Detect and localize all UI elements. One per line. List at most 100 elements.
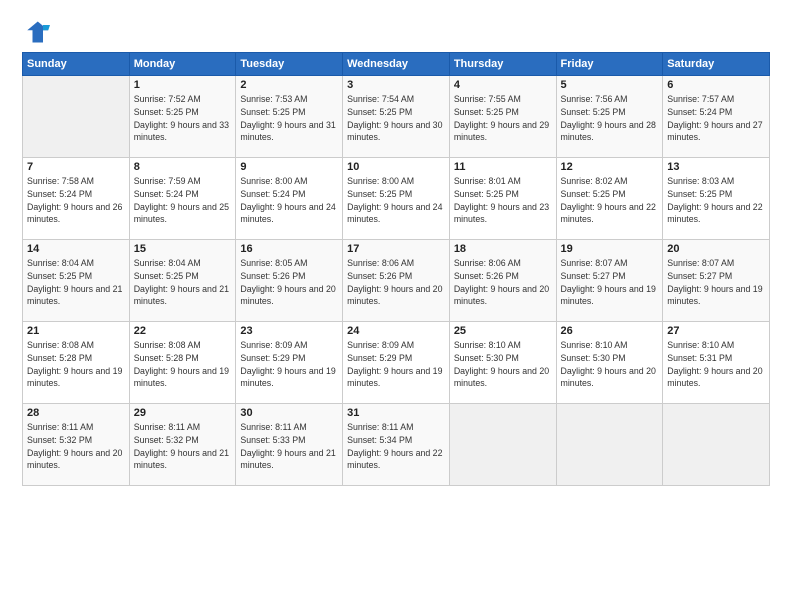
day-cell: 21 Sunrise: 8:08 AMSunset: 5:28 PMDayligh… xyxy=(23,322,130,404)
day-info: Sunrise: 8:02 AMSunset: 5:25 PMDaylight:… xyxy=(561,175,659,226)
day-number: 1 xyxy=(134,79,232,91)
day-cell: 3 Sunrise: 7:54 AMSunset: 5:25 PMDaylight… xyxy=(343,76,450,158)
day-info: Sunrise: 8:11 AMSunset: 5:32 PMDaylight:… xyxy=(27,421,125,472)
day-cell: 18 Sunrise: 8:06 AMSunset: 5:26 PMDayligh… xyxy=(449,240,556,322)
day-number: 12 xyxy=(561,161,659,173)
day-number: 22 xyxy=(134,325,232,337)
day-cell xyxy=(23,76,130,158)
day-info: Sunrise: 8:04 AMSunset: 5:25 PMDaylight:… xyxy=(134,257,232,308)
day-cell xyxy=(556,404,663,486)
day-info: Sunrise: 7:59 AMSunset: 5:24 PMDaylight:… xyxy=(134,175,232,226)
day-info: Sunrise: 8:08 AMSunset: 5:28 PMDaylight:… xyxy=(27,339,125,390)
col-header-monday: Monday xyxy=(129,53,236,76)
day-info: Sunrise: 8:08 AMSunset: 5:28 PMDaylight:… xyxy=(134,339,232,390)
header xyxy=(22,18,770,46)
day-number: 16 xyxy=(240,243,338,255)
day-cell: 4 Sunrise: 7:55 AMSunset: 5:25 PMDaylight… xyxy=(449,76,556,158)
day-cell: 24 Sunrise: 8:09 AMSunset: 5:29 PMDayligh… xyxy=(343,322,450,404)
day-number: 18 xyxy=(454,243,552,255)
day-info: Sunrise: 8:07 AMSunset: 5:27 PMDaylight:… xyxy=(667,257,765,308)
day-cell: 5 Sunrise: 7:56 AMSunset: 5:25 PMDaylight… xyxy=(556,76,663,158)
day-info: Sunrise: 7:58 AMSunset: 5:24 PMDaylight:… xyxy=(27,175,125,226)
day-cell: 25 Sunrise: 8:10 AMSunset: 5:30 PMDayligh… xyxy=(449,322,556,404)
day-cell: 8Sunrise: 7:59 AMSunset: 5:24 PMDaylight… xyxy=(129,158,236,240)
day-number: 20 xyxy=(667,243,765,255)
day-number: 28 xyxy=(27,407,125,419)
week-row-2: 7 Sunrise: 7:58 AMSunset: 5:24 PMDaylight… xyxy=(23,158,770,240)
day-cell: 26Sunrise: 8:10 AMSunset: 5:30 PMDayligh… xyxy=(556,322,663,404)
col-header-tuesday: Tuesday xyxy=(236,53,343,76)
day-number: 21 xyxy=(27,325,125,337)
day-info: Sunrise: 8:10 AMSunset: 5:30 PMDaylight:… xyxy=(454,339,552,390)
day-number: 17 xyxy=(347,243,445,255)
day-info: Sunrise: 8:09 AMSunset: 5:29 PMDaylight:… xyxy=(240,339,338,390)
logo xyxy=(22,18,54,46)
day-number: 2 xyxy=(240,79,338,91)
day-cell: 16 Sunrise: 8:05 AMSunset: 5:26 PMDayligh… xyxy=(236,240,343,322)
day-cell: 14Sunrise: 8:04 AMSunset: 5:25 PMDayligh… xyxy=(23,240,130,322)
day-number: 7 xyxy=(27,161,125,173)
day-cell: 28 Sunrise: 8:11 AMSunset: 5:32 PMDayligh… xyxy=(23,404,130,486)
day-number: 6 xyxy=(667,79,765,91)
day-cell: 15 Sunrise: 8:04 AMSunset: 5:25 PMDayligh… xyxy=(129,240,236,322)
day-cell: 30 Sunrise: 8:11 AMSunset: 5:33 PMDayligh… xyxy=(236,404,343,486)
header-row: SundayMondayTuesdayWednesdayThursdayFrid… xyxy=(23,53,770,76)
day-info: Sunrise: 8:01 AMSunset: 5:25 PMDaylight:… xyxy=(454,175,552,226)
day-number: 14 xyxy=(27,243,125,255)
day-cell: 9 Sunrise: 8:00 AMSunset: 5:24 PMDaylight… xyxy=(236,158,343,240)
day-number: 24 xyxy=(347,325,445,337)
day-info: Sunrise: 8:05 AMSunset: 5:26 PMDaylight:… xyxy=(240,257,338,308)
day-number: 29 xyxy=(134,407,232,419)
day-info: Sunrise: 8:11 AMSunset: 5:34 PMDaylight:… xyxy=(347,421,445,472)
col-header-friday: Friday xyxy=(556,53,663,76)
day-info: Sunrise: 7:55 AMSunset: 5:25 PMDaylight:… xyxy=(454,93,552,144)
day-info: Sunrise: 8:11 AMSunset: 5:33 PMDaylight:… xyxy=(240,421,338,472)
col-header-thursday: Thursday xyxy=(449,53,556,76)
day-info: Sunrise: 7:57 AMSunset: 5:24 PMDaylight:… xyxy=(667,93,765,144)
day-info: Sunrise: 8:10 AMSunset: 5:30 PMDaylight:… xyxy=(561,339,659,390)
day-info: Sunrise: 7:52 AMSunset: 5:25 PMDaylight:… xyxy=(134,93,232,144)
week-row-1: 1 Sunrise: 7:52 AMSunset: 5:25 PMDaylight… xyxy=(23,76,770,158)
day-cell: 23 Sunrise: 8:09 AMSunset: 5:29 PMDayligh… xyxy=(236,322,343,404)
day-number: 4 xyxy=(454,79,552,91)
day-info: Sunrise: 7:54 AMSunset: 5:25 PMDaylight:… xyxy=(347,93,445,144)
day-number: 15 xyxy=(134,243,232,255)
day-info: Sunrise: 8:06 AMSunset: 5:26 PMDaylight:… xyxy=(454,257,552,308)
day-cell: 10 Sunrise: 8:00 AMSunset: 5:25 PMDayligh… xyxy=(343,158,450,240)
day-cell: 27 Sunrise: 8:10 AMSunset: 5:31 PMDayligh… xyxy=(663,322,770,404)
calendar: SundayMondayTuesdayWednesdayThursdayFrid… xyxy=(22,52,770,486)
week-row-5: 28 Sunrise: 8:11 AMSunset: 5:32 PMDayligh… xyxy=(23,404,770,486)
day-cell: 11Sunrise: 8:01 AMSunset: 5:25 PMDayligh… xyxy=(449,158,556,240)
day-number: 31 xyxy=(347,407,445,419)
day-cell: 29 Sunrise: 8:11 AMSunset: 5:32 PMDayligh… xyxy=(129,404,236,486)
day-number: 30 xyxy=(240,407,338,419)
col-header-sunday: Sunday xyxy=(23,53,130,76)
day-cell: 17 Sunrise: 8:06 AMSunset: 5:26 PMDayligh… xyxy=(343,240,450,322)
day-info: Sunrise: 8:10 AMSunset: 5:31 PMDaylight:… xyxy=(667,339,765,390)
week-row-4: 21 Sunrise: 8:08 AMSunset: 5:28 PMDayligh… xyxy=(23,322,770,404)
day-info: Sunrise: 8:00 AMSunset: 5:24 PMDaylight:… xyxy=(240,175,338,226)
day-info: Sunrise: 8:06 AMSunset: 5:26 PMDaylight:… xyxy=(347,257,445,308)
day-number: 10 xyxy=(347,161,445,173)
day-number: 27 xyxy=(667,325,765,337)
day-cell: 19Sunrise: 8:07 AMSunset: 5:27 PMDayligh… xyxy=(556,240,663,322)
day-cell: 1 Sunrise: 7:52 AMSunset: 5:25 PMDaylight… xyxy=(129,76,236,158)
day-info: Sunrise: 7:53 AMSunset: 5:25 PMDaylight:… xyxy=(240,93,338,144)
day-number: 9 xyxy=(240,161,338,173)
day-cell: 20 Sunrise: 8:07 AMSunset: 5:27 PMDayligh… xyxy=(663,240,770,322)
day-cell: 13Sunrise: 8:03 AMSunset: 5:25 PMDayligh… xyxy=(663,158,770,240)
day-number: 3 xyxy=(347,79,445,91)
day-number: 5 xyxy=(561,79,659,91)
logo-icon xyxy=(22,18,50,46)
day-number: 19 xyxy=(561,243,659,255)
day-number: 25 xyxy=(454,325,552,337)
day-info: Sunrise: 8:11 AMSunset: 5:32 PMDaylight:… xyxy=(134,421,232,472)
day-cell: 2 Sunrise: 7:53 AMSunset: 5:25 PMDaylight… xyxy=(236,76,343,158)
day-cell xyxy=(449,404,556,486)
day-number: 23 xyxy=(240,325,338,337)
day-cell: 7 Sunrise: 7:58 AMSunset: 5:24 PMDaylight… xyxy=(23,158,130,240)
day-info: Sunrise: 8:09 AMSunset: 5:29 PMDaylight:… xyxy=(347,339,445,390)
day-info: Sunrise: 7:56 AMSunset: 5:25 PMDaylight:… xyxy=(561,93,659,144)
day-info: Sunrise: 8:00 AMSunset: 5:25 PMDaylight:… xyxy=(347,175,445,226)
day-cell: 6 Sunrise: 7:57 AMSunset: 5:24 PMDaylight… xyxy=(663,76,770,158)
